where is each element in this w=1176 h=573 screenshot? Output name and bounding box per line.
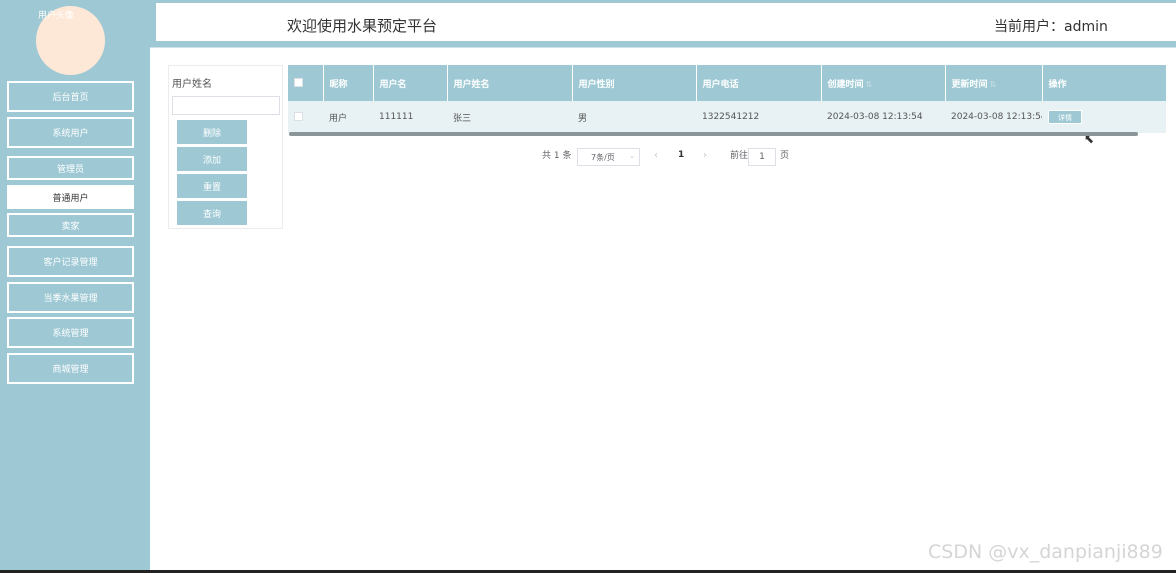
current-user-label: 当前用户：admin <box>994 19 1108 35</box>
search-input[interactable] <box>172 96 280 115</box>
app-root: 用户头像 后台首页 系统用户 管理员 普通用户 卖家 客户记录管理 当季水果管理… <box>0 0 1176 573</box>
column-header-nickname: 昵称 <box>323 65 374 101</box>
search-panel: 用户姓名 删除 添加 重置 查询 <box>168 65 283 229</box>
table-header-row: 昵称 用户名 用户姓名 用户性别 用户电话 创建时间 ⇅ 更新时间 ⇅ 操作 <box>288 65 1166 101</box>
detail-button[interactable]: 详情 <box>1048 110 1082 124</box>
goto-page-input[interactable] <box>748 148 776 166</box>
column-header-updated[interactable]: 更新时间 ⇅ <box>945 65 1043 101</box>
data-table: 昵称 用户名 用户姓名 用户性别 用户电话 创建时间 ⇅ 更新时间 ⇅ 操作 用户 … <box>288 65 1166 133</box>
query-button[interactable]: 查询 <box>177 201 247 225</box>
header-divider <box>150 47 1176 48</box>
column-header-created[interactable]: 创建时间 ⇅ <box>821 65 946 101</box>
next-page-icon[interactable]: › <box>703 150 707 161</box>
sidebar-item-admins[interactable]: 管理员 <box>7 156 134 180</box>
column-header-username: 用户名 <box>373 65 448 101</box>
header-select-all[interactable] <box>288 65 324 101</box>
sidebar-item-customer-records[interactable]: 客户记录管理 <box>7 246 134 277</box>
goto-suffix: 页 <box>780 151 790 161</box>
cell-nickname: 用户 <box>323 101 373 133</box>
watermark: CSDN @vx_danpianji889 <box>928 541 1163 563</box>
sort-icon[interactable]: ⇅ <box>990 80 997 89</box>
sidebar-item-system-users[interactable]: 系统用户 <box>7 117 134 148</box>
goto-prefix: 前往 <box>730 151 749 161</box>
sidebar-item-system-management[interactable]: 系统管理 <box>7 317 134 348</box>
avatar-alt-text: 用户头像 <box>38 11 75 21</box>
chevron-down-icon: ⌄ <box>629 152 635 160</box>
cell-gender: 男 <box>572 101 696 133</box>
sidebar-item-mall-management[interactable]: 商城管理 <box>7 353 134 384</box>
page-number[interactable]: 1 <box>678 150 684 160</box>
search-label: 用户姓名 <box>172 79 212 90</box>
page-size-value: 7条/页 <box>591 152 615 162</box>
prev-page-icon[interactable]: ‹ <box>654 150 658 161</box>
delete-button[interactable]: 删除 <box>177 120 247 144</box>
cell-updated: 2024-03-08 12:13:54 <box>945 101 1042 133</box>
header: 欢迎使用水果预定平台 当前用户：admin <box>150 0 1176 47</box>
cell-created: 2024-03-08 12:13:54 <box>821 101 945 133</box>
cell-username: 111111 <box>373 101 447 133</box>
horizontal-scrollbar[interactable] <box>289 132 1138 136</box>
cell-actions: 详情 <box>1042 101 1166 133</box>
cell-realname: 张三 <box>447 101 572 133</box>
sidebar-item-home[interactable]: 后台首页 <box>7 81 134 112</box>
sidebar-item-normal-users[interactable]: 普通用户 <box>7 185 134 209</box>
table-row: 用户 111111 张三 男 1322541212 2024-03-08 12:… <box>288 101 1166 133</box>
data-table-container: 昵称 用户名 用户姓名 用户性别 用户电话 创建时间 ⇅ 更新时间 ⇅ 操作 用户 … <box>288 65 1166 135</box>
page-size-select[interactable]: 7条/页 ⌄ <box>577 148 640 166</box>
add-button[interactable]: 添加 <box>177 147 247 171</box>
page-title: 欢迎使用水果预定平台 <box>287 17 438 35</box>
column-header-created-label: 创建时间 <box>827 79 864 90</box>
column-header-realname: 用户姓名 <box>447 65 573 101</box>
row-checkbox[interactable] <box>294 112 303 121</box>
reset-button[interactable]: 重置 <box>177 174 247 198</box>
cell-phone: 1322541212 <box>696 101 821 133</box>
header-panel: 欢迎使用水果预定平台 当前用户：admin <box>156 3 1176 41</box>
column-header-phone: 用户电话 <box>696 65 822 101</box>
mouse-cursor-icon: ⬉ <box>1084 132 1095 146</box>
sidebar-item-sellers[interactable]: 卖家 <box>7 213 134 237</box>
sort-icon[interactable]: ⇅ <box>866 80 873 89</box>
sidebar: 用户头像 后台首页 系统用户 管理员 普通用户 卖家 客户记录管理 当季水果管理… <box>0 0 150 570</box>
column-header-gender: 用户性别 <box>572 65 697 101</box>
pagination-total: 共 1 条 <box>542 151 572 161</box>
row-select-cell[interactable] <box>288 101 323 133</box>
sidebar-item-seasonal-fruits[interactable]: 当季水果管理 <box>7 282 134 313</box>
column-header-updated-label: 更新时间 <box>951 79 988 90</box>
select-all-checkbox[interactable] <box>294 78 303 87</box>
column-header-actions: 操作 <box>1042 65 1166 101</box>
